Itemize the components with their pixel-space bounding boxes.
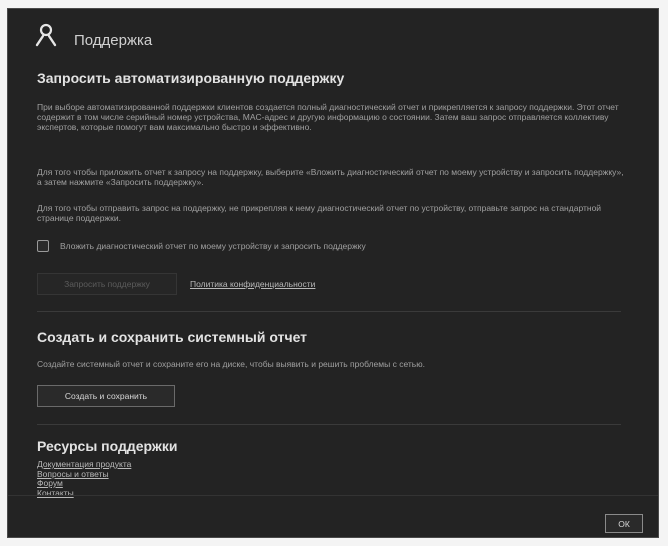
attach-report-checkbox[interactable]	[37, 240, 49, 252]
dialog-header: Поддержка	[8, 9, 658, 63]
dialog-title: Поддержка	[74, 32, 153, 49]
footer-divider	[8, 495, 658, 496]
support-resources-heading: Ресурсы поддержки	[37, 438, 178, 454]
support-resources-list: Документация продукта Вопросы и ответы Ф…	[37, 459, 131, 499]
privacy-policy-link[interactable]: Политика конфиденциальности	[190, 279, 315, 289]
system-report-description: Создайте системный отчет и сохраните его…	[37, 359, 425, 369]
auto-support-heading: Запросить автоматизированную поддержку	[37, 70, 345, 86]
auto-support-paragraph-1: При выборе автоматизированной поддержки …	[37, 102, 619, 132]
contacts-link[interactable]: Контакты	[37, 488, 131, 499]
ok-button[interactable]: ОК	[605, 514, 643, 533]
request-support-button[interactable]: Запросить поддержку	[37, 273, 177, 295]
auto-support-paragraph-3: Для того чтобы отправить запрос на подде…	[37, 203, 602, 223]
support-dialog: Поддержка Запросить автоматизированную п…	[7, 8, 659, 538]
create-and-save-button[interactable]: Создать и сохранить	[37, 385, 175, 407]
section-divider	[37, 424, 621, 425]
user-support-icon	[35, 23, 57, 47]
attach-report-label[interactable]: Вложить диагностический отчет по моему у…	[60, 241, 366, 251]
attach-report-row: Вложить диагностический отчет по моему у…	[37, 240, 366, 252]
system-report-heading: Создать и сохранить системный отчет	[37, 329, 308, 345]
section-divider	[37, 311, 621, 312]
auto-support-paragraph-2: Для того чтобы приложить отчет к запросу…	[37, 167, 624, 187]
